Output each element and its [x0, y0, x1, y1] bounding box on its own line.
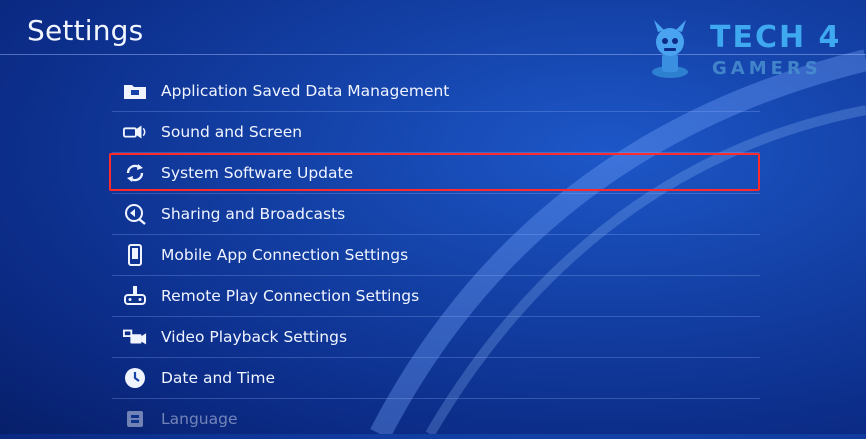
menu-item-label: Date and Time [161, 369, 275, 387]
menu-item-mobile-app-connection[interactable]: Mobile App Connection Settings [112, 235, 760, 276]
smartphone-icon [123, 243, 147, 267]
watermark-line1: TECH 4 [710, 20, 842, 55]
share-broadcast-icon [123, 202, 147, 226]
menu-item-label: Remote Play Connection Settings [161, 287, 420, 305]
menu-item-label: Mobile App Connection Settings [161, 246, 409, 264]
menu-item-sound-and-screen[interactable]: Sound and Screen [112, 112, 760, 153]
clock-icon [123, 366, 147, 390]
speaker-icon [123, 120, 147, 144]
folder-icon [123, 79, 147, 103]
menu-item-label: Video Playback Settings [161, 328, 348, 346]
menu-item-application-saved-data[interactable]: Application Saved Data Management [112, 71, 760, 112]
menu-item-label: Sharing and Broadcasts [161, 205, 346, 223]
settings-menu: Application Saved Data Management Sound … [109, 71, 760, 439]
menu-item-label: System Software Update [161, 164, 354, 182]
menu-item-date-and-time[interactable]: Date and Time [112, 358, 760, 399]
menu-item-label: Application Saved Data Management [161, 82, 450, 100]
menu-item-video-playback-settings[interactable]: Video Playback Settings [112, 317, 760, 358]
language-icon [123, 407, 147, 431]
menu-item-remote-play-connection[interactable]: Remote Play Connection Settings [112, 276, 760, 317]
menu-item-language[interactable]: Language [112, 399, 760, 439]
page-title: Settings [27, 14, 144, 47]
video-camera-icon [123, 325, 147, 349]
menu-item-label: Sound and Screen [161, 123, 303, 141]
remote-play-icon [123, 284, 147, 308]
refresh-icon [123, 161, 147, 185]
menu-item-sharing-and-broadcasts[interactable]: Sharing and Broadcasts [112, 194, 760, 235]
menu-item-label: Language [161, 410, 238, 428]
menu-item-system-software-update[interactable]: System Software Update [109, 153, 760, 194]
